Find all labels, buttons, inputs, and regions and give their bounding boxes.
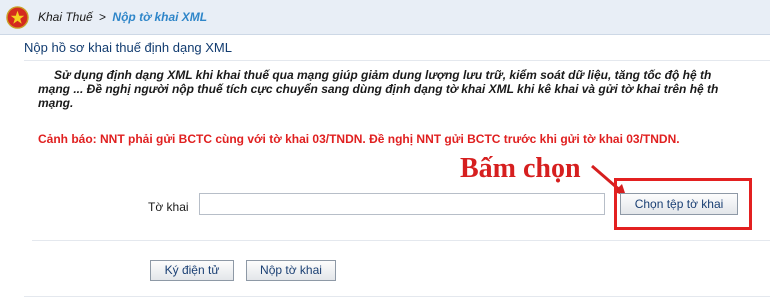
page-title: Nộp hồ sơ khai thuế định dạng XML xyxy=(24,40,232,55)
breadcrumb-separator: > xyxy=(99,10,107,24)
choose-file-button[interactable]: Chọn tệp tờ khai xyxy=(620,193,738,215)
national-emblem-icon xyxy=(6,6,29,29)
warning-message: Cảnh báo: NNT phải gửi BCTC cùng với tờ … xyxy=(38,132,680,146)
intro-line: mạng ... Đề nghị người nộp thuế tích cực… xyxy=(38,82,719,96)
divider xyxy=(32,240,770,241)
submit-declaration-button[interactable]: Nộp tờ khai xyxy=(246,260,336,281)
intro-line: mạng. xyxy=(38,96,74,110)
file-path-input[interactable] xyxy=(199,193,605,215)
breadcrumb-parent[interactable]: Khai Thuế xyxy=(38,10,93,24)
breadcrumb-current: Nộp tờ khai XML xyxy=(112,10,208,24)
annotation-label: Bấm chọn xyxy=(460,153,581,184)
divider xyxy=(24,60,770,61)
breadcrumb: Khai Thuế > Nộp tờ khai XML xyxy=(38,10,207,24)
top-bar: Khai Thuế > Nộp tờ khai XML xyxy=(0,0,770,35)
divider xyxy=(24,296,770,297)
intro-line: Sử dụng định dạng XML khi khai thuế qua … xyxy=(54,68,712,82)
file-label: Tờ khai xyxy=(148,200,189,214)
digital-sign-button[interactable]: Ký điện tử xyxy=(150,260,234,281)
